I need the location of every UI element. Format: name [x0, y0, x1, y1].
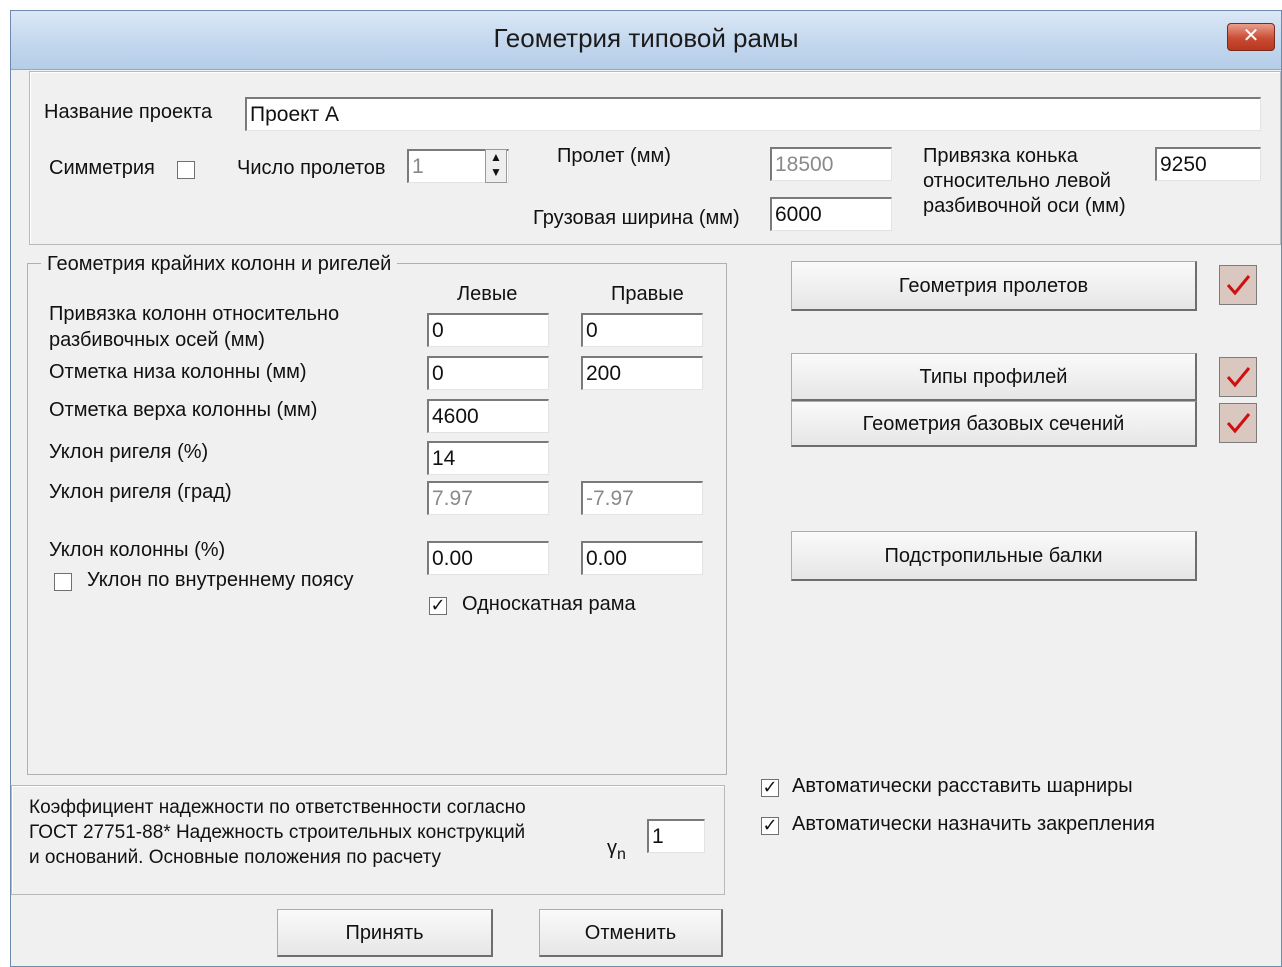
accept-button[interactable]: Принять: [277, 909, 493, 957]
binding-label-line1: Привязка колонн относительно: [49, 303, 340, 325]
ridge-field[interactable]: 9250: [1155, 147, 1261, 181]
spin-up-icon[interactable]: ▲: [486, 150, 506, 165]
spin-down-icon[interactable]: ▼: [486, 165, 506, 180]
single-slope-label: Односкатная рама: [462, 593, 636, 615]
window-title: Геометрия типовой рамы: [493, 23, 799, 53]
dialog-window: Геометрия типовой рамы ✕ Название проект…: [10, 10, 1282, 967]
gamma-subscript: n: [617, 846, 626, 863]
gamma-n-label: γn: [607, 837, 626, 864]
left-column-header: Левые: [457, 283, 518, 305]
column-slope-left-field[interactable]: 0.00: [427, 541, 549, 575]
title-bar: Геометрия типовой рамы ✕: [11, 11, 1281, 70]
project-name-label: Название проекта: [44, 101, 213, 123]
spans-count-stepper[interactable]: ▲ ▼: [485, 149, 507, 183]
column-slope-right-field[interactable]: 0.00: [581, 541, 703, 575]
binding-right-field[interactable]: 0: [581, 313, 703, 347]
gamma-symbol: γ: [607, 837, 617, 859]
close-button[interactable]: ✕: [1227, 23, 1275, 51]
auto-supports-label: Автоматически назначить закрепления: [792, 813, 1155, 835]
gamma-n-field[interactable]: 1: [647, 819, 705, 853]
right-column-header: Правые: [611, 283, 684, 305]
binding-label-line2: разбивочных осей (мм): [49, 329, 265, 351]
rafter-slope-deg-right-field: -7.97: [581, 481, 703, 515]
top-mark-left-field[interactable]: 4600: [427, 399, 549, 433]
rafter-slope-deg-label: Уклон ригеля (град): [49, 481, 232, 503]
reliability-line1: Коэффициент надежности по ответственност…: [29, 797, 526, 818]
bottom-mark-right-field[interactable]: 200: [581, 356, 703, 390]
inner-belt-label: Уклон по внутреннему поясу: [87, 569, 354, 591]
rafter-slope-deg-left-field: 7.97: [427, 481, 549, 515]
profile-types-button[interactable]: Типы профилей: [791, 353, 1197, 401]
rafter-slope-pct-field[interactable]: 14: [427, 441, 549, 475]
check-mark-icon: [1226, 367, 1251, 388]
bottom-mark-label: Отметка низа колонны (мм): [49, 361, 307, 383]
columns-group-title: Геометрия крайних колонн и ригелей: [41, 253, 398, 276]
column-slope-label: Уклон колонны (%): [49, 539, 226, 561]
base-sections-status: [1219, 403, 1257, 443]
binding-left-field[interactable]: 0: [427, 313, 549, 347]
sub-rafter-beams-button[interactable]: Подстропильные балки: [791, 531, 1197, 581]
ridge-label-line3: разбивочной оси (мм): [923, 195, 1126, 217]
reliability-line3: и оснований. Основные положения по расче…: [29, 847, 442, 868]
span-field: 18500: [770, 147, 892, 181]
symmetry-label: Симметрия: [49, 157, 155, 179]
spans-count-label: Число пролетов: [237, 157, 386, 179]
rafter-slope-pct-label: Уклон ригеля (%): [49, 441, 209, 463]
ridge-label-line2: относительно левой: [923, 170, 1111, 192]
reliability-line2: ГОСТ 27751-88* Надежность строительных к…: [29, 822, 526, 843]
inner-belt-checkbox[interactable]: [54, 573, 72, 591]
project-name-field[interactable]: Проект А: [245, 97, 1261, 131]
check-mark-icon: [1226, 413, 1251, 434]
cancel-button[interactable]: Отменить: [539, 909, 723, 957]
symmetry-checkbox[interactable]: [177, 161, 195, 179]
auto-supports-checkbox[interactable]: ✓: [761, 816, 779, 835]
span-geometry-button[interactable]: Геометрия пролетов: [791, 261, 1197, 311]
check-mark-icon: [1226, 275, 1251, 296]
auto-hinges-checkbox[interactable]: ✓: [761, 778, 779, 797]
load-width-field[interactable]: 6000: [770, 197, 892, 231]
base-sections-button[interactable]: Геометрия базовых сечений: [791, 401, 1197, 447]
load-width-label: Грузовая ширина (мм): [533, 207, 740, 229]
auto-hinges-label: Автоматически расставить шарниры: [792, 775, 1133, 797]
single-slope-checkbox[interactable]: ✓: [429, 596, 447, 615]
span-label: Пролет (мм): [557, 145, 671, 167]
ridge-label-line1: Привязка конька: [923, 145, 1078, 167]
top-mark-label: Отметка верха колонны (мм): [49, 399, 318, 421]
span-geometry-status: [1219, 265, 1257, 305]
bottom-mark-left-field[interactable]: 0: [427, 356, 549, 390]
profile-types-status: [1219, 357, 1257, 397]
